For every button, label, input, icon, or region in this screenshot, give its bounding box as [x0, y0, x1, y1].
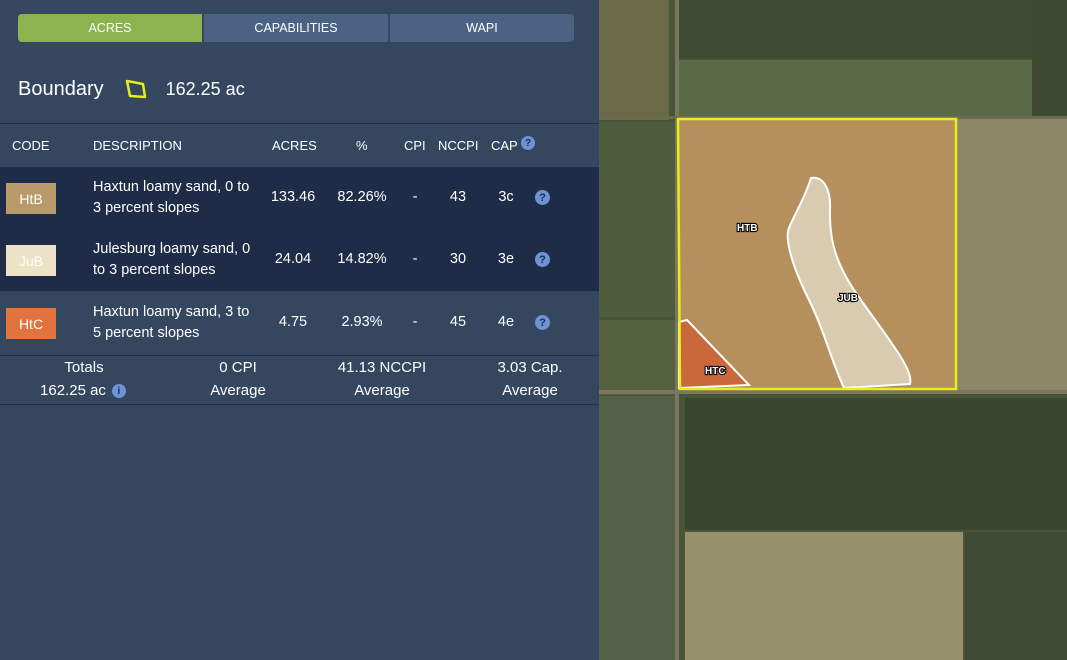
soil-acres: 24.04	[274, 251, 312, 267]
soil-description: Haxtun loamy sand, 3 to 5 percent slopes	[93, 304, 250, 341]
header-percent: %	[356, 138, 368, 153]
soil-percent: 82.26%	[337, 189, 387, 205]
totals-row: Totals 162.25 ac i 0 CPI Average 41.13 NC…	[0, 355, 599, 405]
satellite-map[interactable]: HTB JUB HTC	[599, 0, 1067, 660]
soil-description: Haxtun loamy sand, 0 to 3 percent slopes	[93, 179, 250, 216]
soil-cpi: -	[412, 189, 418, 205]
soil-code-swatch: HtB	[6, 183, 56, 214]
soil-percent: 14.82%	[337, 251, 387, 267]
help-icon[interactable]: ?	[535, 190, 550, 205]
tab-wapi[interactable]: WAPI	[390, 14, 574, 42]
boundary-acres: 162.25 ac	[165, 78, 245, 99]
help-icon[interactable]: ?	[535, 252, 550, 267]
soil-cap: 4e	[497, 314, 515, 330]
soil-cap: 3e	[497, 251, 515, 267]
totals-acres: 162.25 ac	[40, 382, 106, 399]
boundary-summary: Boundary 162.25 ac	[18, 74, 245, 104]
info-icon[interactable]: i	[111, 384, 126, 399]
soil-nccpi: 30	[449, 251, 467, 267]
soil-nccpi: 45	[449, 314, 467, 330]
soil-code-swatch: HtC	[6, 308, 56, 339]
table-header: CODE DESCRIPTION ACRES % CPI NCCPI CAP	[0, 123, 599, 167]
table-row: HtC Haxtun loamy sand, 3 to 5 percent sl…	[0, 292, 599, 354]
polygon-icon	[125, 79, 146, 99]
soil-report-panel: ACRES CAPABILITIES WAPI Boundary 162.25 …	[0, 0, 599, 660]
soil-percent: 2.93%	[341, 314, 383, 330]
help-icon[interactable]: ?	[535, 315, 550, 330]
totals-cap-sub: Average	[502, 382, 558, 399]
soil-cpi: -	[412, 314, 418, 330]
soil-description: Julesburg loamy sand, 0 to 3 percent slo…	[93, 241, 251, 278]
header-code: CODE	[12, 138, 50, 153]
totals-nccpi: 41.13 NCCPI	[337, 359, 427, 376]
soil-cap: 3c	[498, 189, 514, 205]
totals-acres-line: 162.25 ac i	[18, 382, 148, 399]
totals-cap: 3.03 Cap.	[497, 359, 563, 376]
tab-acres[interactable]: ACRES	[18, 14, 202, 42]
header-cap: CAP	[491, 138, 518, 153]
soil-code-swatch: JuB	[6, 245, 56, 276]
boundary-title: Boundary	[18, 77, 104, 100]
tab-capabilities[interactable]: CAPABILITIES	[204, 14, 388, 42]
header-cpi: CPI	[404, 138, 426, 153]
header-acres: ACRES	[272, 138, 317, 153]
cap-help-icon[interactable]: ?	[521, 136, 535, 150]
header-nccpi: NCCPI	[438, 138, 479, 153]
soil-cpi: -	[412, 251, 418, 267]
map-canvas[interactable]: HTB JUB HTC	[599, 0, 1067, 660]
totals-cpi-sub: Average	[210, 382, 266, 399]
table-row: JuB Julesburg loamy sand, 0 to 3 percent…	[0, 229, 599, 291]
totals-label: Totals	[64, 359, 104, 376]
report-tabs: ACRES CAPABILITIES WAPI	[18, 14, 574, 42]
header-description: DESCRIPTION	[93, 138, 182, 153]
map-label-htc: HTC	[705, 366, 726, 377]
totals-nccpi-sub: Average	[354, 382, 410, 399]
soil-acres: 4.75	[278, 314, 308, 330]
soil-nccpi: 43	[449, 189, 467, 205]
map-label-jub: JUB	[838, 293, 858, 304]
totals-cpi: 0 CPI	[219, 359, 257, 376]
table-row: HtB Haxtun loamy sand, 0 to 3 percent sl…	[0, 167, 599, 229]
map-label-htb: HTB	[737, 223, 758, 234]
soil-acres: 133.46	[270, 189, 316, 205]
